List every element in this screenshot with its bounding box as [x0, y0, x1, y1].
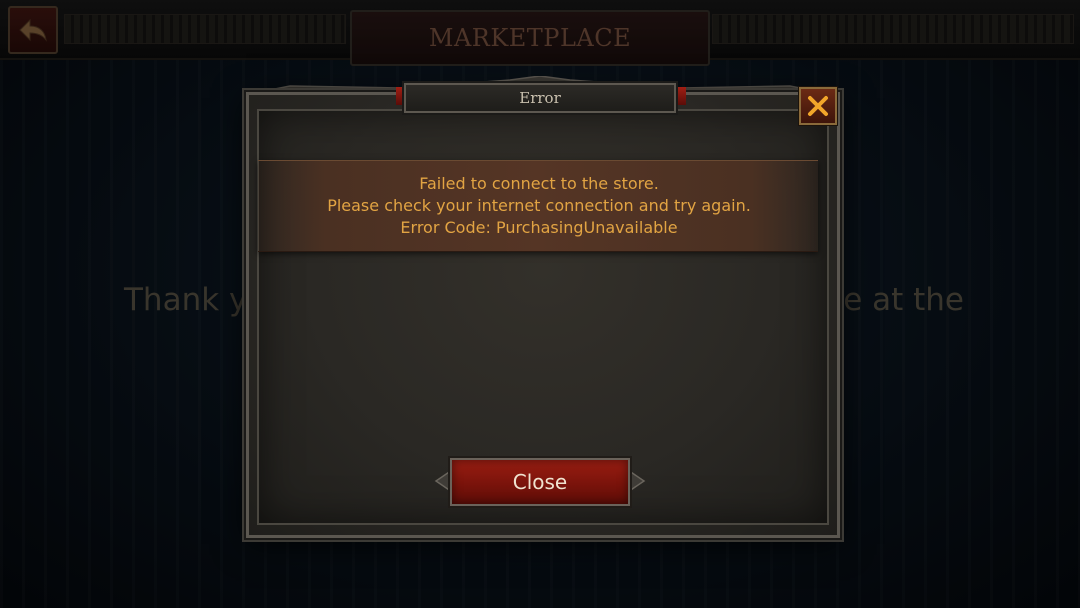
dialog-title: Error	[519, 89, 561, 107]
close-button[interactable]: Close	[450, 458, 630, 506]
error-message-line-2: Please check your internet connection an…	[327, 196, 751, 215]
close-button-label: Close	[512, 470, 568, 494]
dialog-title-tab: Error	[404, 83, 676, 113]
game-screen: MARKETPLACE Thank y e at the Error Faile…	[0, 0, 1080, 608]
close-x-icon	[808, 96, 828, 116]
error-message-line-1: Failed to connect to the store.	[419, 174, 659, 193]
close-button-frame: Close	[432, 458, 648, 506]
error-code-line: Error Code: PurchasingUnavailable	[400, 218, 678, 237]
title-gem-right	[676, 87, 686, 105]
dialog-close-x-button[interactable]	[799, 87, 837, 125]
